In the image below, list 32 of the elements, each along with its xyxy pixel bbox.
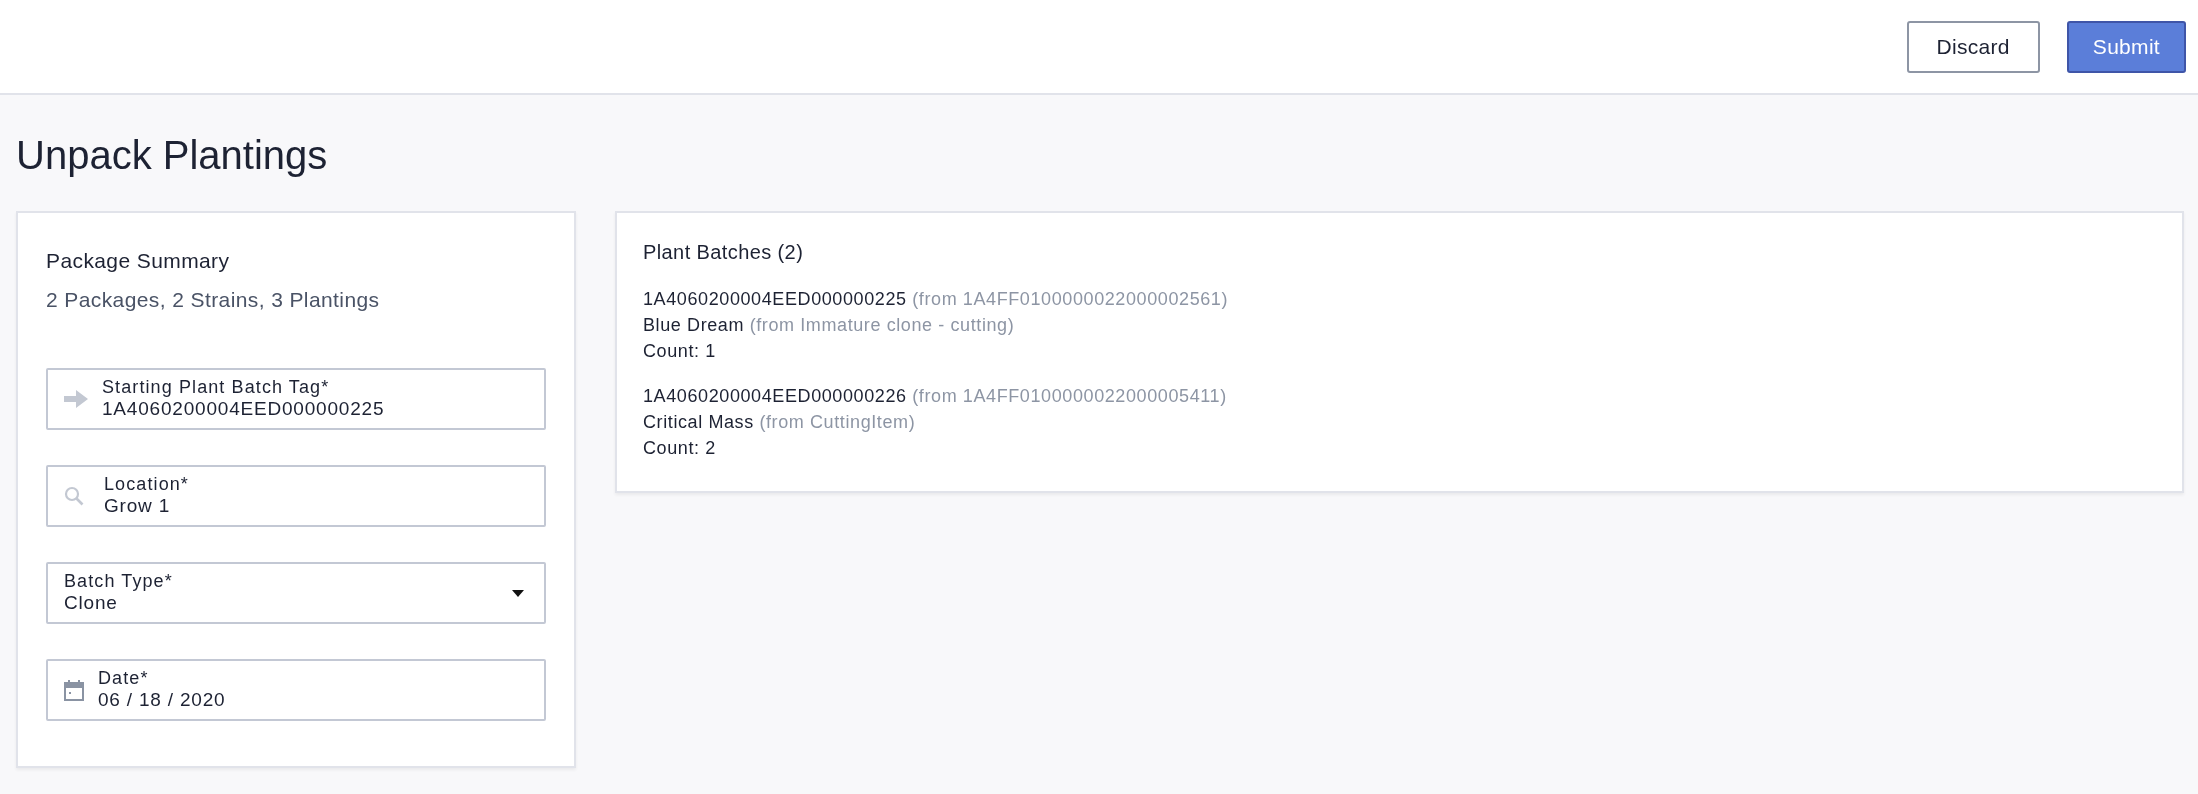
strain-name: Critical Mass [643, 412, 754, 432]
batch-count: Count: 2 [643, 438, 716, 458]
calendar-icon [64, 679, 84, 701]
strain-source: (from Immature clone - cutting) [749, 315, 1015, 335]
field-value: Clone [64, 592, 119, 616]
strain-name: Blue Dream [643, 315, 745, 335]
search-icon [64, 486, 84, 506]
arrow-right-icon [64, 389, 88, 409]
field-value: 06 / 18 / 2020 [98, 689, 227, 713]
submit-button[interactable]: Submit [2066, 20, 2186, 73]
field-value: Grow 1 [104, 495, 172, 519]
card-title: Package Summary [46, 249, 231, 273]
page-title: Unpack Plantings [16, 132, 329, 179]
search-field[interactable]: Location* Grow 1 [46, 465, 546, 527]
field-label: Date* [98, 667, 150, 690]
dropdown-field[interactable]: Batch Type* Clone [46, 562, 546, 624]
field-label: Location* [104, 473, 190, 496]
summary-text: 2 Packages, 2 Strains, 3 Plantings [46, 288, 381, 312]
date-field[interactable]: Date* 06 / 18 / 2020 [46, 659, 546, 721]
discard-button[interactable]: Discard [1906, 20, 2040, 73]
field-value: 1A4060200004EED000000225 [102, 398, 386, 422]
input-field[interactable]: Starting Plant Batch Tag* 1A4060200004EED000000225 [46, 368, 546, 430]
batch-tag: 1A4060200004EED000000226 [643, 386, 907, 406]
caret-icon [512, 589, 524, 597]
field-label: Batch Type* [64, 570, 174, 593]
batch-tag: 1A4060200004EED000000225 [643, 289, 907, 309]
batch-source: (from 1A4FF0100000022000002561) [912, 289, 1229, 309]
batch-count: Count: 1 [643, 341, 716, 361]
strain-source: (from CuttingItem) [759, 412, 916, 432]
batch-source: (from 1A4FF0100000022000005411) [912, 386, 1227, 406]
card-title: Plant Batches (2) [643, 241, 805, 264]
field-label: Starting Plant Batch Tag* [102, 376, 331, 399]
